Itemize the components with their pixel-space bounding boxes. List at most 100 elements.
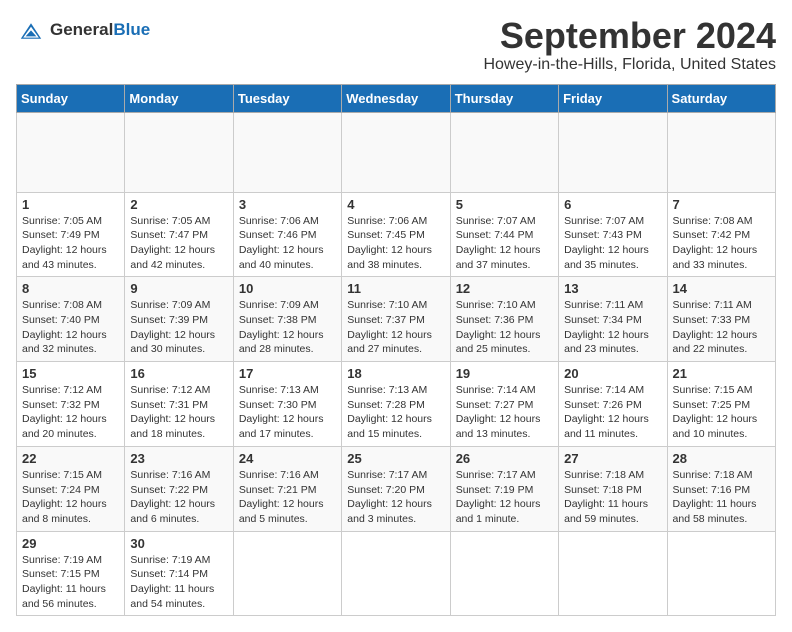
daylight-text: Daylight: 11 hours and 54 minutes. [130,583,214,610]
daylight-text: Daylight: 12 hours and 8 minutes. [22,498,107,525]
day-number: 3 [239,197,336,212]
calendar-cell: 21Sunrise: 7:15 AMSunset: 7:25 PMDayligh… [667,362,775,447]
calendar-cell: 7 Sunrise: 7:08 AMSunset: 7:42 PMDaylight… [667,192,775,277]
sunset-text: Sunset: 7:16 PM [673,484,751,496]
calendar-cell: 18Sunrise: 7:13 AMSunset: 7:28 PMDayligh… [342,362,450,447]
sunrise-text: Sunrise: 7:15 AM [673,384,753,396]
day-info: Sunrise: 7:14 AMSunset: 7:27 PMDaylight:… [456,383,553,442]
daylight-text: Daylight: 12 hours and 5 minutes. [239,498,324,525]
daylight-text: Daylight: 12 hours and 37 minutes. [456,244,541,271]
calendar-cell: 16Sunrise: 7:12 AMSunset: 7:31 PMDayligh… [125,362,233,447]
day-info: Sunrise: 7:06 AMSunset: 7:45 PMDaylight:… [347,214,444,273]
sunrise-text: Sunrise: 7:14 AM [456,384,536,396]
daylight-text: Daylight: 12 hours and 43 minutes. [22,244,107,271]
daylight-text: Daylight: 12 hours and 11 minutes. [564,413,649,440]
day-number: 2 [130,197,227,212]
weekday-header-row: SundayMondayTuesdayWednesdayThursdayFrid… [17,84,776,112]
day-info: Sunrise: 7:10 AMSunset: 7:37 PMDaylight:… [347,298,444,357]
day-info: Sunrise: 7:11 AMSunset: 7:33 PMDaylight:… [673,298,770,357]
sunrise-text: Sunrise: 7:13 AM [347,384,427,396]
calendar-cell: 11Sunrise: 7:10 AMSunset: 7:37 PMDayligh… [342,277,450,362]
calendar-cell [667,531,775,616]
sunrise-text: Sunrise: 7:14 AM [564,384,644,396]
sunrise-text: Sunrise: 7:15 AM [22,469,102,481]
logo-blue: Blue [113,20,150,39]
sunset-text: Sunset: 7:43 PM [564,229,642,241]
day-number: 29 [22,536,119,551]
logo-icon [16,22,46,40]
daylight-text: Daylight: 12 hours and 33 minutes. [673,244,758,271]
day-info: Sunrise: 7:09 AMSunset: 7:39 PMDaylight:… [130,298,227,357]
calendar-cell: 22 Sunrise: 7:15 AMSunset: 7:24 PMDayligh… [17,446,125,531]
day-number: 5 [456,197,553,212]
weekday-header-sunday: Sunday [17,84,125,112]
page-header: GeneralBlue September 2024 Howey-in-the-… [16,16,776,74]
sunrise-text: Sunrise: 7:07 AM [456,215,536,227]
calendar-cell: 5 Sunrise: 7:07 AM Sunset: 7:44 PM Daylight… [450,192,558,277]
daylight-text: Daylight: 12 hours and 1 minute. [456,498,541,525]
daylight-text: Daylight: 12 hours and 32 minutes. [22,329,107,356]
location-subtitle: Howey-in-the-Hills, Florida, United Stat… [483,56,776,74]
day-number: 7 [673,197,770,212]
day-number: 25 [347,451,444,466]
sunrise-text: Sunrise: 7:11 AM [673,299,752,311]
day-number: 8 [22,281,119,296]
sunset-text: Sunset: 7:22 PM [130,484,208,496]
day-info: Sunrise: 7:07 AMSunset: 7:43 PMDaylight:… [564,214,661,273]
day-number: 22 [22,451,119,466]
calendar-week-row: 1Sunrise: 7:05 AMSunset: 7:49 PMDaylight… [17,192,776,277]
daylight-text: Daylight: 12 hours and 6 minutes. [130,498,215,525]
sunset-text: Sunset: 7:44 PM [456,229,534,241]
calendar-cell: 8Sunrise: 7:08 AMSunset: 7:40 PMDaylight… [17,277,125,362]
sunset-text: Sunset: 7:33 PM [673,314,751,326]
sunset-text: Sunset: 7:34 PM [564,314,642,326]
day-info: Sunrise: 7:08 AMSunset: 7:42 PMDaylight:… [673,214,770,273]
calendar-cell [17,112,125,192]
calendar-cell: 14Sunrise: 7:11 AMSunset: 7:33 PMDayligh… [667,277,775,362]
calendar-week-row: 29Sunrise: 7:19 AMSunset: 7:15 PMDayligh… [17,531,776,616]
day-info: Sunrise: 7:18 AMSunset: 7:18 PMDaylight:… [564,468,661,527]
daylight-text: Daylight: 12 hours and 17 minutes. [239,413,324,440]
day-number: 30 [130,536,227,551]
calendar-cell [342,112,450,192]
logo-general: General [50,20,113,39]
calendar-cell [450,112,558,192]
sunset-text: Sunset: 7:28 PM [347,399,425,411]
sunrise-text: Sunrise: 7:11 AM [564,299,643,311]
sunrise-text: Sunrise: 7:06 AM [347,215,427,227]
day-number: 6 [564,197,661,212]
calendar-cell [125,112,233,192]
day-info: Sunrise: 7:06 AMSunset: 7:46 PMDaylight:… [239,214,336,273]
calendar-cell [559,112,667,192]
calendar-cell [233,112,341,192]
sunset-text: Sunset: 7:14 PM [130,568,208,580]
sunset-text: Sunset: 7:49 PM [22,229,100,241]
weekday-header-wednesday: Wednesday [342,84,450,112]
logo: GeneralBlue [16,20,150,40]
day-number: 26 [456,451,553,466]
calendar-cell: 23Sunrise: 7:16 AMSunset: 7:22 PMDayligh… [125,446,233,531]
day-number: 27 [564,451,661,466]
day-number: 28 [673,451,770,466]
sunrise-text: Sunrise: 7:07 AM [564,215,644,227]
sunset-text: Sunset: 7:37 PM [347,314,425,326]
sunset-text: Sunset: 7:40 PM [22,314,100,326]
calendar-cell [450,531,558,616]
sunrise-text: Sunrise: 7:12 AM [22,384,102,396]
calendar-cell: 20Sunrise: 7:14 AMSunset: 7:26 PMDayligh… [559,362,667,447]
calendar-cell: 10Sunrise: 7:09 AMSunset: 7:38 PMDayligh… [233,277,341,362]
sunrise-text: Sunrise: 7:16 AM [239,469,319,481]
month-year-title: September 2024 [483,16,776,56]
calendar-cell [342,531,450,616]
sunset-text: Sunset: 7:38 PM [239,314,317,326]
day-number: 4 [347,197,444,212]
calendar-cell: 17Sunrise: 7:13 AMSunset: 7:30 PMDayligh… [233,362,341,447]
sunset-text: Sunset: 7:42 PM [673,229,751,241]
sunrise-text: Sunrise: 7:19 AM [130,554,210,566]
day-info: Sunrise: 7:15 AMSunset: 7:24 PMDaylight:… [22,468,119,527]
sunset-text: Sunset: 7:30 PM [239,399,317,411]
day-info: Sunrise: 7:17 AMSunset: 7:20 PMDaylight:… [347,468,444,527]
sunset-text: Sunset: 7:18 PM [564,484,642,496]
calendar-cell: 28Sunrise: 7:18 AMSunset: 7:16 PMDayligh… [667,446,775,531]
day-number: 1 [22,197,119,212]
